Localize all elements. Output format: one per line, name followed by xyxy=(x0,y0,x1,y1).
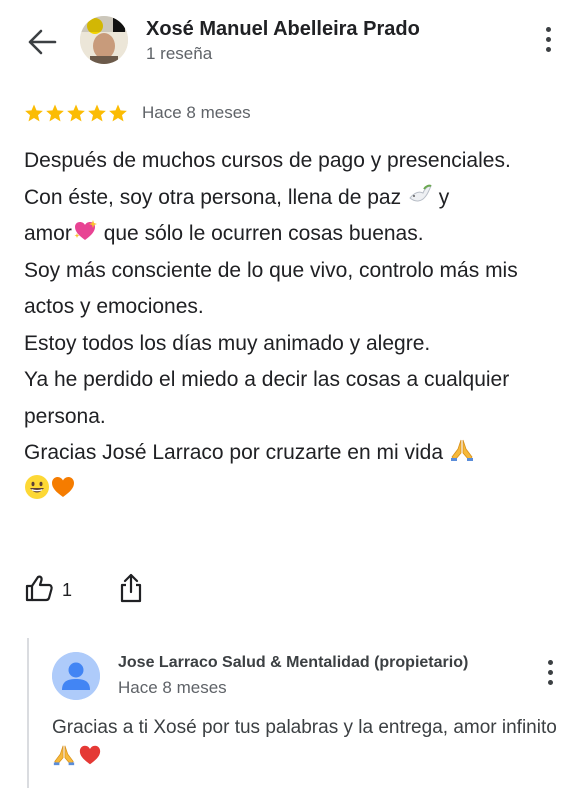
sparkling-heart-emoji xyxy=(72,218,98,244)
more-vert-icon[interactable] xyxy=(540,660,560,690)
folded-hands-emoji xyxy=(449,437,475,463)
more-vert-icon[interactable] xyxy=(538,27,558,57)
review-line: Ya he perdido el miedo a decir las cosas… xyxy=(24,368,510,428)
like-button[interactable]: 1 xyxy=(24,574,72,607)
like-count: 1 xyxy=(62,579,73,600)
rating-row: Hace 8 meses xyxy=(24,100,251,126)
review-line: Gracias José Larraco por cruzarte en mi … xyxy=(24,435,564,472)
review-header: Xosé Manuel Abelleira Prado 1 reseña xyxy=(0,0,586,90)
star-icon xyxy=(109,104,127,122)
review-time: Hace 8 meses xyxy=(142,103,251,122)
reply-divider xyxy=(27,638,29,788)
star-rating xyxy=(24,103,128,123)
author-avatar[interactable] xyxy=(80,16,128,64)
review-actions: 1 xyxy=(24,572,144,608)
folded-hands-emoji xyxy=(52,743,78,769)
share-icon xyxy=(118,573,144,607)
reply-text: Gracias a ti Xosé por tus palabras y la … xyxy=(52,713,562,773)
red-heart-emoji xyxy=(78,743,104,769)
star-icon xyxy=(88,104,106,122)
grinning-face-emoji xyxy=(24,474,50,500)
share-button[interactable] xyxy=(118,573,144,608)
owner-avatar[interactable] xyxy=(52,652,100,700)
review-line: Después de muchos cursos de pago y prese… xyxy=(24,149,511,172)
star-icon xyxy=(46,104,64,122)
review-line: Con éste, soy otra persona, llena de paz… xyxy=(24,180,564,217)
review-line: amor que sólo le ocurren cosas buenas. xyxy=(24,216,564,253)
arrow-back-icon[interactable] xyxy=(26,28,58,56)
author-name[interactable]: Xosé Manuel Abelleira Prado xyxy=(146,18,420,41)
reply-time: Hace 8 meses xyxy=(118,678,227,697)
owner-name[interactable]: Jose Larraco Salud & Mentalidad (propiet… xyxy=(118,654,468,672)
review-line: Estoy todos los días muy animado y alegr… xyxy=(24,331,431,355)
star-icon xyxy=(67,104,85,122)
star-icon xyxy=(25,104,43,122)
orange-heart-emoji xyxy=(50,474,76,500)
author-review-count: 1 reseña xyxy=(146,44,213,63)
review-text: Después de muchos cursos de pago y prese… xyxy=(24,143,564,508)
dove-emoji xyxy=(407,182,433,208)
thumbs-up-icon xyxy=(24,574,54,607)
review-line: Soy más consciente de lo que vivo, contr… xyxy=(24,258,518,319)
review-line xyxy=(24,472,564,509)
